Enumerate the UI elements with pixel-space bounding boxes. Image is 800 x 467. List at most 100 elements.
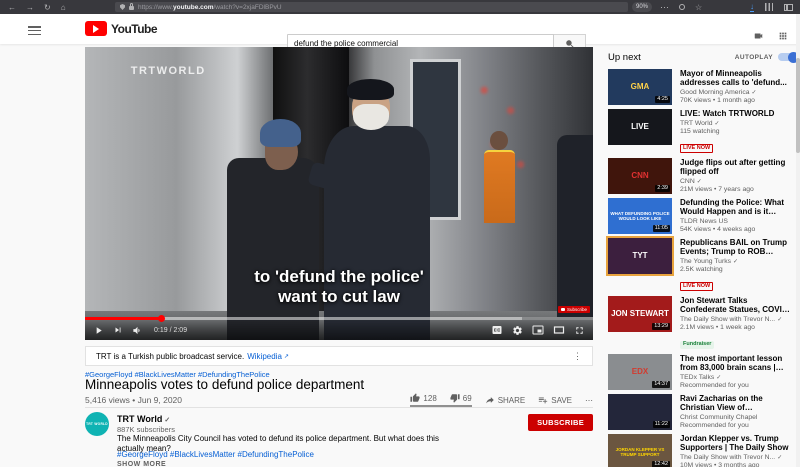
- duration-badge: 13:29: [652, 323, 670, 330]
- related-video-meta: Recommended for you: [680, 382, 794, 390]
- related-video-channel: CNN✓: [680, 178, 794, 186]
- duration-badge: 14:37: [652, 381, 670, 388]
- up-next-sidebar: Up next AUTOPLAY GMA 4:25 Mayor of Minne…: [608, 44, 798, 467]
- fullscreen-icon[interactable]: [574, 325, 585, 336]
- video-thumbnail[interactable]: GMA 4:25: [608, 69, 672, 105]
- video-meta-row: 5,416 views • Jun 9, 2020 128 69 SHARE S…: [85, 393, 593, 407]
- subscribe-watermark[interactable]: Subscribe: [558, 306, 590, 313]
- library-icon[interactable]: [765, 3, 773, 11]
- tracking-protection-icon[interactable]: [120, 4, 125, 10]
- info-panel-menu-icon[interactable]: ⋮: [573, 351, 582, 362]
- autoplay-toggle[interactable]: [778, 53, 798, 61]
- video-thumbnail[interactable]: JON STEWART 13:29: [608, 296, 672, 332]
- related-video-title: LIVE: Watch TRTWORLD: [680, 109, 794, 118]
- channel-avatar[interactable]: TRT WORLD: [85, 412, 109, 436]
- related-video-meta: 10M views • 3 months ago: [680, 462, 794, 467]
- time-display: 0:19 / 2:09: [154, 327, 187, 334]
- youtube-logo-text: YouTube: [111, 22, 157, 36]
- subtitles-icon[interactable]: [491, 324, 503, 336]
- apps-grid-icon[interactable]: [778, 31, 788, 41]
- related-video-item[interactable]: TYT Republicans BAIL on Trump Events; Tr…: [608, 238, 798, 292]
- external-link-icon: ↗: [284, 353, 289, 360]
- menu-icon[interactable]: [28, 26, 41, 35]
- youtube-logo[interactable]: YouTube: [85, 21, 157, 36]
- verified-badge-icon: ✓: [716, 375, 721, 381]
- playlist-add-icon: [538, 395, 548, 405]
- video-thumbnail[interactable]: LIVE: [608, 109, 672, 145]
- duration-badge: 12:42: [652, 461, 670, 467]
- dislike-button[interactable]: 69: [450, 393, 472, 403]
- more-actions-button[interactable]: ⋯: [585, 396, 593, 405]
- video-caption: to 'defund the police' want to cut law: [85, 267, 593, 306]
- create-video-icon[interactable]: [752, 31, 765, 41]
- autoplay-label: AUTOPLAY: [735, 54, 773, 61]
- related-video-channel: Christ Community Chapel: [680, 414, 794, 422]
- wikipedia-link[interactable]: Wikipedia: [247, 352, 282, 361]
- theater-mode-icon[interactable]: [553, 324, 565, 336]
- related-video-title: Republicans BAIL on Trump Events; Trump …: [680, 238, 794, 256]
- zoom-level-badge[interactable]: 90%: [632, 2, 652, 12]
- video-thumbnail[interactable]: CNN 2:39: [608, 158, 672, 194]
- miniplayer-icon[interactable]: [532, 324, 544, 336]
- page: ← → ↻ ⌂ https://www.youtube.com/watch?v=…: [0, 0, 800, 467]
- next-icon[interactable]: [113, 325, 123, 335]
- thumbs-down-icon: [450, 393, 460, 403]
- page-actions-icon[interactable]: ⋯: [660, 2, 669, 13]
- thumbnail-label: TYT: [608, 238, 672, 274]
- verified-badge-icon: ✓: [777, 455, 782, 461]
- description-hashtags[interactable]: #GeorgeFloyd #BlackLivesMatter #Defundin…: [117, 450, 314, 459]
- browser-toolbar: ← → ↻ ⌂ https://www.youtube.com/watch?v=…: [0, 0, 800, 14]
- verified-badge-icon: ✓: [777, 317, 782, 323]
- video-thumbnail[interactable]: JORDAN KLEPPER VS TRUMP SUPPORT 12:42: [608, 434, 672, 467]
- player-controls: 0:19 / 2:09: [85, 320, 593, 340]
- related-video-channel: The Daily Show with Trevor N...✓: [680, 316, 794, 324]
- video-thumbnail[interactable]: 11:22: [608, 394, 672, 430]
- settings-gear-icon[interactable]: [512, 325, 523, 336]
- related-video-channel: TEDx Talks✓: [680, 374, 794, 382]
- video-title: Minneapolis votes to defund police depar…: [85, 377, 364, 392]
- sidebar-toggle-icon[interactable]: [784, 4, 793, 11]
- video-player[interactable]: TRTWORLD to 'defund the police' want to …: [85, 47, 593, 340]
- bookmark-star-icon[interactable]: ☆: [695, 3, 702, 12]
- related-video-item[interactable]: EDX 14:37 The most important lesson from…: [608, 354, 798, 390]
- save-button[interactable]: SAVE: [538, 395, 572, 405]
- channel-name[interactable]: TRT World✓: [117, 414, 170, 424]
- pocket-icon[interactable]: [679, 4, 685, 10]
- share-icon: [485, 395, 495, 405]
- related-video-item[interactable]: WHAT DEFUNDING POLICE WOULD LOOK LIKE 11…: [608, 198, 798, 234]
- related-video-item[interactable]: GMA 4:25 Mayor of Minneapolis addresses …: [608, 69, 798, 105]
- related-video-item[interactable]: LIVE LIVE: Watch TRTWORLD TRT World✓ 115…: [608, 109, 798, 154]
- verified-badge-icon: ✓: [733, 259, 738, 265]
- video-thumbnail[interactable]: WHAT DEFUNDING POLICE WOULD LOOK LIKE 11…: [608, 198, 672, 234]
- share-button[interactable]: SHARE: [485, 395, 526, 405]
- lock-icon[interactable]: [129, 6, 134, 10]
- video-thumbnail[interactable]: TYT: [608, 238, 672, 274]
- volume-icon[interactable]: [132, 325, 143, 336]
- related-video-item[interactable]: JON STEWART 13:29 Jon Stewart Talks Conf…: [608, 296, 798, 350]
- view-count: 5,416 views • Jun 9, 2020: [85, 395, 182, 405]
- show-more-button[interactable]: SHOW MORE: [117, 461, 166, 467]
- url-text: https://www.youtube.com/watch?v=2xjaFDlB…: [138, 4, 282, 11]
- related-video-title: Jon Stewart Talks Confederate Statues, C…: [680, 296, 794, 314]
- scrollbar-thumb[interactable]: [796, 58, 800, 153]
- related-video-title: Jordan Klepper vs. Trump Supporters | Th…: [680, 434, 794, 452]
- address-bar[interactable]: https://www.youtube.com/watch?v=2xjaFDlB…: [115, 2, 628, 12]
- related-video-meta: 115 watching: [680, 128, 794, 136]
- downloads-icon[interactable]: ↓: [750, 3, 754, 12]
- related-video-meta: 2.1M views • 1 week ago: [680, 324, 794, 332]
- related-video-meta: Recommended for you: [680, 422, 794, 430]
- channel-watermark: TRTWORLD: [131, 65, 206, 77]
- related-video-item[interactable]: CNN 2:39 Judge flips out after getting f…: [608, 158, 798, 194]
- like-button[interactable]: 128: [410, 393, 436, 403]
- related-video-item[interactable]: JORDAN KLEPPER VS TRUMP SUPPORT 12:42 Jo…: [608, 434, 798, 467]
- reload-icon[interactable]: ↻: [44, 3, 51, 12]
- related-video-item[interactable]: 11:22 Ravi Zacharias on the Christian Vi…: [608, 394, 798, 430]
- play-icon[interactable]: [93, 325, 104, 336]
- related-video-meta: 2.5K watching: [680, 266, 794, 274]
- back-icon[interactable]: ←: [8, 3, 16, 12]
- scrollbar[interactable]: [796, 14, 800, 467]
- home-icon[interactable]: ⌂: [61, 3, 66, 12]
- forward-icon[interactable]: →: [26, 3, 34, 12]
- subscribe-button[interactable]: SUBSCRIBE: [528, 414, 593, 431]
- video-thumbnail[interactable]: EDX 14:37: [608, 354, 672, 390]
